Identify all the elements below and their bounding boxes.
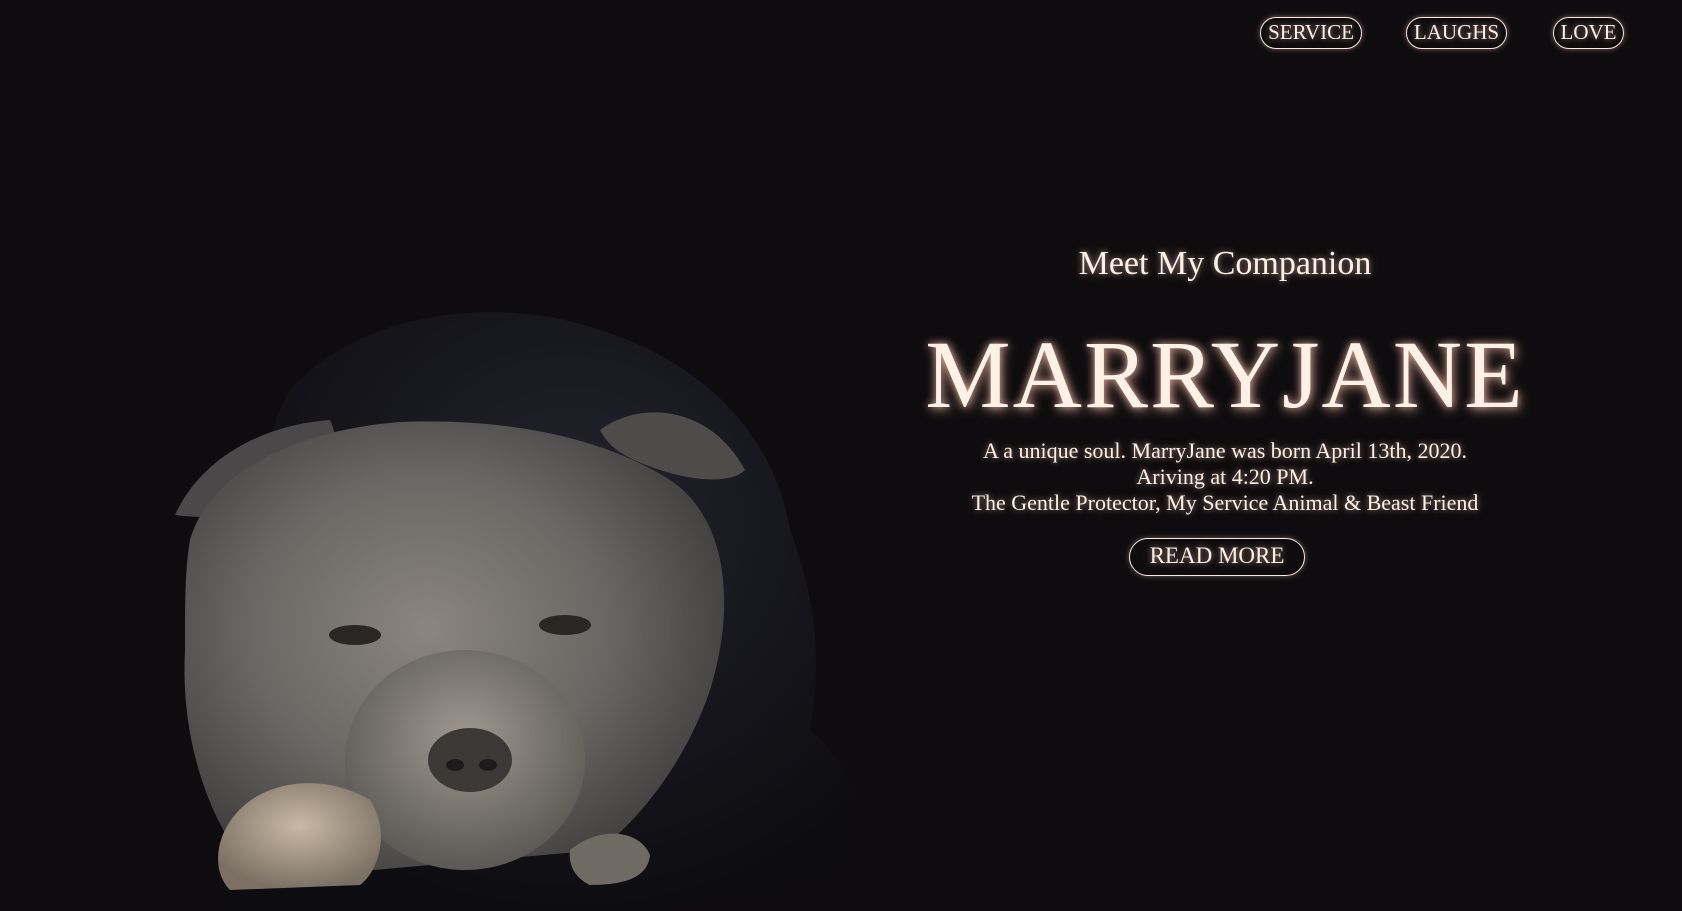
dog-photo bbox=[175, 312, 855, 911]
read-more-button[interactable]: READ MORE bbox=[1129, 538, 1305, 576]
description-line: A a unique soul. MarryJane was born Apri… bbox=[983, 438, 1467, 463]
top-nav: SERVICE LAUGHS LOVE bbox=[0, 0, 1682, 70]
hero-subtitle: Meet My Companion bbox=[1078, 245, 1372, 282]
hero-description: A a unique soul. MarryJane was born Apri… bbox=[880, 438, 1570, 516]
dog-nose bbox=[428, 728, 512, 792]
nav-laughs-link[interactable]: LAUGHS bbox=[1406, 17, 1507, 49]
dog-left-eye bbox=[329, 625, 381, 645]
description-line: Ariving at 4:20 PM. bbox=[1136, 464, 1314, 489]
dog-right-eye bbox=[539, 615, 591, 635]
description-line: The Gentle Protector, My Service Animal … bbox=[971, 490, 1479, 515]
hero-title: MARRYJANE bbox=[925, 321, 1525, 428]
nav-love-link[interactable]: LOVE bbox=[1553, 17, 1624, 49]
nav-service-link[interactable]: SERVICE bbox=[1260, 17, 1362, 49]
